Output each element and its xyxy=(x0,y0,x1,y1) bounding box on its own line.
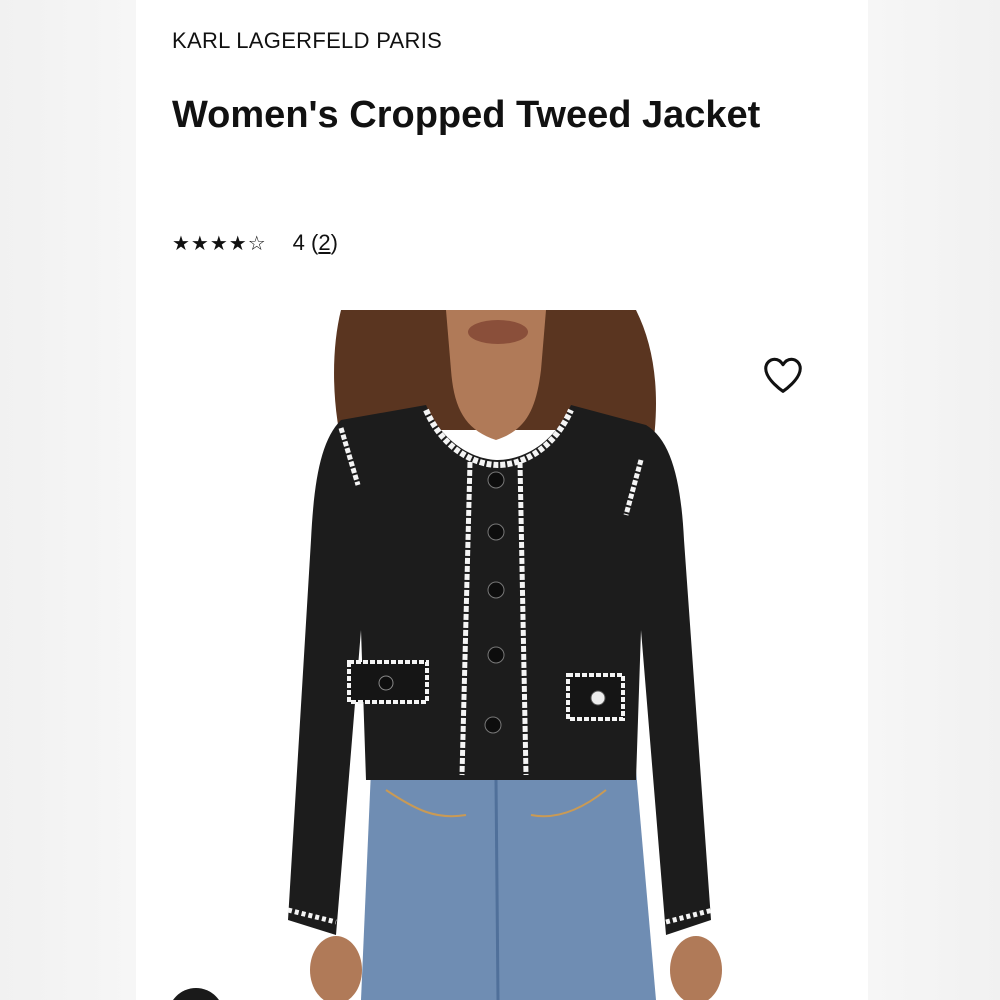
product-rating[interactable]: ★★★★☆ 4 (2) xyxy=(172,230,338,256)
product-title: Women's Cropped Tweed Jacket xyxy=(172,94,761,136)
rating-value: 4 xyxy=(292,230,305,255)
rating-summary: 4 (2) xyxy=(292,230,338,255)
page-frame: KARL LAGERFELD PARIS Women's Cropped Twe… xyxy=(0,0,1000,1000)
rating-stars-icon: ★★★★☆ xyxy=(172,231,267,255)
review-count-link[interactable]: 2 xyxy=(318,230,330,255)
brand-name[interactable]: KARL LAGERFELD PARIS xyxy=(172,28,442,54)
product-image[interactable] xyxy=(136,310,868,1000)
jeans-shape xyxy=(361,770,656,1000)
wishlist-button[interactable] xyxy=(760,352,806,398)
heart-icon xyxy=(764,357,802,393)
